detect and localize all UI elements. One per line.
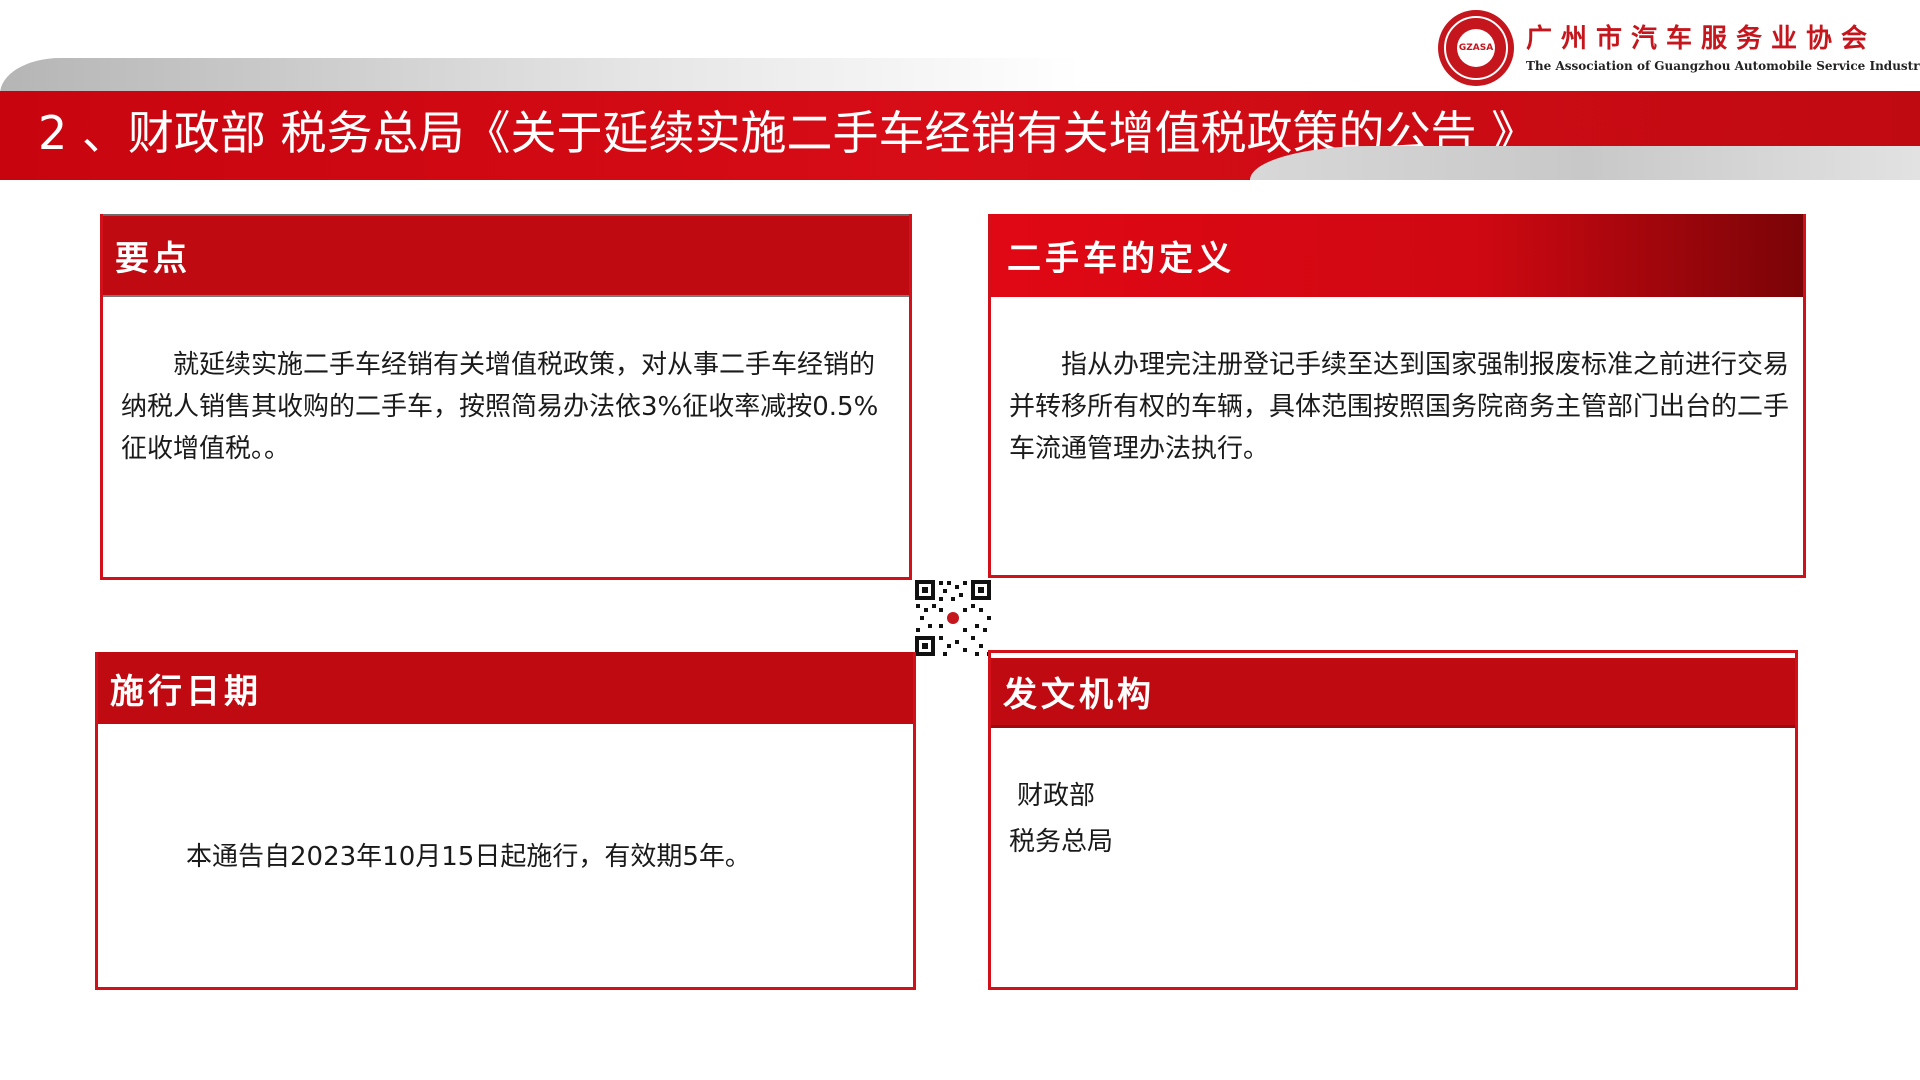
definition-heading: 二手车的定义 [991,214,1803,297]
issuing-authority-heading: 发文机构 [991,658,1795,728]
definition-card: 二手车的定义 指从办理完注册登记手续至达到国家强制报废标准之前进行交易并转移所有… [988,214,1806,578]
association-name-cn: 广州市汽车服务业协会 [1526,24,1877,54]
issuing-authority-list: 财政部 税务总局 [1009,773,1781,865]
issuing-authority-card: 发文机构 财政部 税务总局 [988,650,1798,990]
effective-date-text: 本通告自2023年10月15日起施行，有效期5年。 [186,842,751,872]
issuer-ministry-of-finance: 财政部 [1017,781,1096,811]
key-points-heading: 要点 [103,214,909,297]
association-name-en: The Association of Guangzhou Automobile … [1526,59,1920,73]
association-logo: GZASA 广州市汽车服务业协会 The Association of Guan… [1438,10,1920,90]
key-points-text: 就延续实施二手车经销有关增值税政策，对从事二手车经销的纳税人销售其收购的二手车，… [121,350,879,464]
key-points-card: 要点 就延续实施二手车经销有关增值税政策，对从事二手车经销的纳税人销售其收购的二… [100,214,912,580]
definition-text: 指从办理完注册登记手续至达到国家强制报废标准之前进行交易并转移所有权的车辆，具体… [1009,350,1790,464]
association-seal-icon: GZASA [1438,10,1514,86]
effective-date-card: 施行日期 本通告自2023年10月15日起施行，有效期5年。 [95,652,916,990]
qr-code-icon [913,578,993,658]
seal-text: GZASA [1457,29,1495,67]
effective-date-heading: 施行日期 [98,652,913,724]
header-grey-band-right [1250,146,1920,180]
issuer-state-taxation-administration: 税务总局 [1009,827,1114,857]
